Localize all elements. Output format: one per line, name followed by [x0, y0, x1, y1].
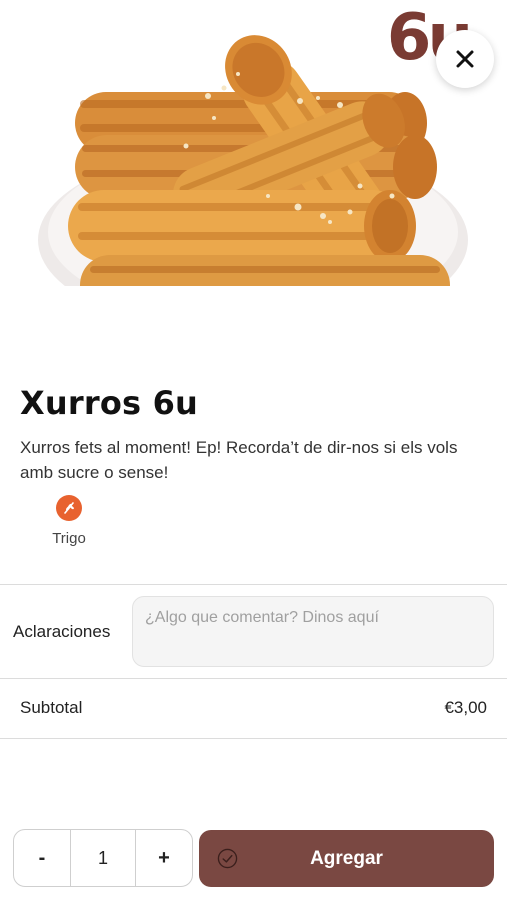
decrease-quantity-button[interactable]: - — [14, 830, 70, 886]
subtotal-label: Subtotal — [20, 698, 83, 717]
quantity-value: 1 — [70, 830, 136, 886]
allergen-label: Trigo — [52, 530, 86, 547]
close-button[interactable] — [436, 30, 494, 88]
clarifications-label: Aclaraciones — [13, 622, 111, 641]
quantity-stepper: - 1 + — [13, 829, 193, 887]
allergen-item-trigo: Trigo — [40, 495, 98, 547]
product-description: Xurros fets al moment! Ep! Recorda’t de … — [20, 438, 458, 482]
subtotal-value: €3,00 — [444, 698, 487, 717]
clarifications-input[interactable] — [132, 596, 494, 667]
wheat-icon — [56, 495, 82, 521]
increase-quantity-button[interactable]: + — [136, 830, 192, 886]
product-image: 6u — [0, 0, 507, 286]
divider — [0, 678, 507, 679]
divider — [0, 584, 507, 585]
check-circle-icon — [217, 848, 238, 869]
close-icon — [456, 50, 474, 68]
product-title: Xurros 6u — [20, 384, 199, 422]
add-button-label: Agregar — [310, 847, 383, 869]
divider — [0, 738, 507, 739]
add-to-cart-button[interactable]: Agregar — [199, 830, 494, 887]
